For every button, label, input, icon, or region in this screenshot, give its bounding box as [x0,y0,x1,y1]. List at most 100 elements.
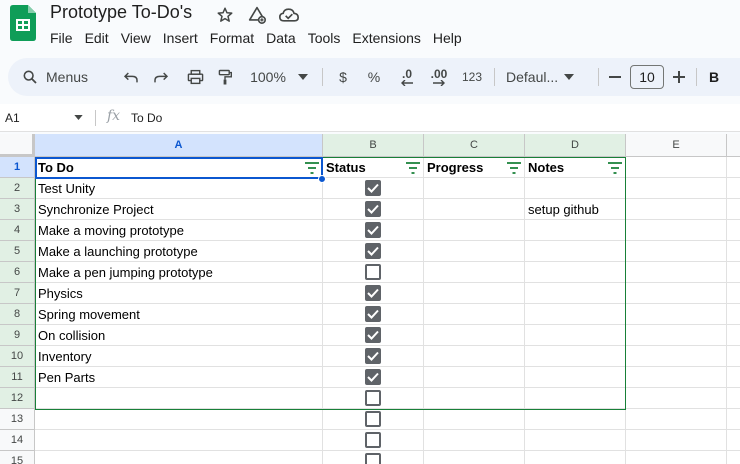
row-header[interactable]: 5 [0,241,35,262]
chevron-down-icon[interactable] [74,115,83,120]
empty-cell[interactable] [626,283,727,304]
formula-input[interactable]: To Do [131,104,162,132]
checkbox-unchecked[interactable] [365,390,381,406]
row-header[interactable]: 8 [0,304,35,325]
task-cell[interactable]: On collision [35,325,323,346]
row-header[interactable]: 7 [0,283,35,304]
progress-cell[interactable] [424,451,525,464]
empty-cell[interactable] [626,241,727,262]
progress-cell[interactable] [424,388,525,409]
column-header-e[interactable]: E [626,134,727,157]
select-all-corner[interactable] [0,134,35,157]
progress-cell[interactable] [424,409,525,430]
empty-cell[interactable] [626,430,727,451]
row-header[interactable]: 14 [0,430,35,451]
font-select[interactable]: Defaul... [506,58,588,96]
empty-cell[interactable] [626,388,727,409]
status-cell[interactable] [323,220,424,241]
row-header[interactable]: 6 [0,262,35,283]
search-menus[interactable]: Menus [22,58,114,96]
status-cell[interactable] [323,304,424,325]
empty-cell[interactable] [727,157,740,178]
notes-cell[interactable] [525,367,626,388]
empty-cell[interactable] [626,178,727,199]
column-header-a[interactable]: A [35,134,323,157]
row-header[interactable]: 4 [0,220,35,241]
redo-button[interactable] [150,58,172,96]
progress-cell[interactable] [424,262,525,283]
sheets-logo-icon[interactable] [10,5,36,41]
empty-cell[interactable] [727,367,740,388]
notes-cell[interactable] [525,262,626,283]
notes-cell[interactable] [525,388,626,409]
progress-cell[interactable] [424,178,525,199]
progress-cell[interactable] [424,283,525,304]
progress-cell[interactable] [424,199,525,220]
task-cell[interactable] [35,430,323,451]
status-cell[interactable] [323,430,424,451]
increase-decimal-button[interactable]: .00 [426,58,452,96]
progress-cell[interactable] [424,367,525,388]
column-header-b[interactable]: B [323,134,424,157]
move-to-folder-icon[interactable] [246,4,268,26]
task-cell[interactable]: Test Unity [35,178,323,199]
checkbox-checked[interactable] [365,243,381,259]
task-cell[interactable]: Make a launching prototype [35,241,323,262]
status-cell[interactable] [323,241,424,262]
empty-cell[interactable] [727,220,740,241]
progress-cell[interactable] [424,241,525,262]
checkbox-checked[interactable] [365,369,381,385]
empty-cell[interactable] [727,409,740,430]
empty-cell[interactable] [626,304,727,325]
status-cell[interactable] [323,388,424,409]
cloud-status-icon[interactable] [278,4,300,26]
status-cell[interactable] [323,367,424,388]
row-header[interactable]: 11 [0,367,35,388]
checkbox-unchecked[interactable] [365,453,381,464]
currency-format-button[interactable]: $ [334,58,352,96]
notes-cell[interactable] [525,220,626,241]
menu-help[interactable]: Help [427,28,468,48]
task-cell[interactable]: Physics [35,283,323,304]
empty-cell[interactable] [626,220,727,241]
checkbox-checked[interactable] [365,222,381,238]
menu-edit[interactable]: Edit [79,28,115,48]
menu-file[interactable]: File [44,28,79,48]
decrease-font-size-button[interactable] [606,58,624,96]
notes-cell[interactable] [525,325,626,346]
task-cell[interactable] [35,409,323,430]
task-cell[interactable] [35,451,323,464]
status-cell[interactable] [323,325,424,346]
notes-cell[interactable] [525,241,626,262]
row-header[interactable]: 3 [0,199,35,220]
progress-cell[interactable] [424,346,525,367]
checkbox-checked[interactable] [365,327,381,343]
progress-cell[interactable] [424,220,525,241]
progress-cell[interactable] [424,430,525,451]
notes-cell[interactable] [525,178,626,199]
row-header[interactable]: 13 [0,409,35,430]
notes-cell[interactable] [525,409,626,430]
empty-cell[interactable] [727,283,740,304]
empty-cell[interactable] [727,346,740,367]
row-header[interactable]: 2 [0,178,35,199]
menu-format[interactable]: Format [204,28,260,48]
header-cell-a[interactable]: To Do [35,157,323,178]
progress-cell[interactable] [424,325,525,346]
empty-cell[interactable] [626,199,727,220]
row-header[interactable]: 12 [0,388,35,409]
task-cell[interactable]: Spring movement [35,304,323,325]
checkbox-checked[interactable] [365,180,381,196]
checkbox-checked[interactable] [365,201,381,217]
menu-extensions[interactable]: Extensions [346,28,426,48]
percent-format-button[interactable]: % [365,58,383,96]
task-cell[interactable]: Inventory [35,346,323,367]
checkbox-unchecked[interactable] [365,411,381,427]
task-cell[interactable]: Make a moving prototype [35,220,323,241]
empty-cell[interactable] [626,325,727,346]
menu-tools[interactable]: Tools [302,28,347,48]
checkbox-checked[interactable] [365,348,381,364]
header-cell-c[interactable]: Progress [424,157,525,178]
bold-button[interactable]: B [704,58,724,96]
checkbox-checked[interactable] [365,306,381,322]
